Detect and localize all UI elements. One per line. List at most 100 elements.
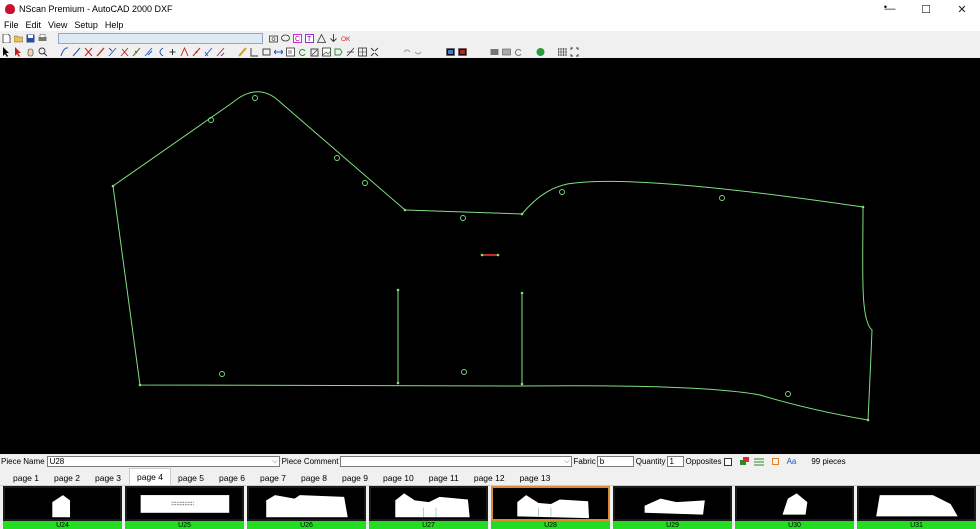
pieces-stack-icon[interactable] xyxy=(739,457,750,466)
move-horizontal-icon[interactable] xyxy=(274,47,283,57)
curve-marker[interactable] xyxy=(460,215,466,221)
quantity-field[interactable]: 1 xyxy=(666,456,684,467)
grid-toggle-icon[interactable] xyxy=(558,47,567,57)
globe-icon[interactable] xyxy=(536,47,545,57)
label-tag-icon[interactable] xyxy=(334,47,343,57)
fullscreen-icon[interactable] xyxy=(570,47,579,57)
smooth-curve-icon[interactable] xyxy=(192,47,201,57)
vertex-point[interactable] xyxy=(138,383,142,387)
curve-marker[interactable] xyxy=(559,189,565,195)
thumbnail-u29[interactable]: U29 xyxy=(613,486,732,529)
opposites-checkbox[interactable] xyxy=(723,457,732,466)
grain-line-icon[interactable] xyxy=(144,47,153,57)
vertex-point[interactable] xyxy=(496,253,500,257)
layer-t-icon[interactable]: T xyxy=(305,33,314,43)
rotate-piece-icon[interactable] xyxy=(216,47,225,57)
rotate-icon[interactable] xyxy=(298,47,307,57)
view-mode-red-icon[interactable] xyxy=(458,47,467,57)
tab-page-11[interactable]: page 11 xyxy=(422,470,467,485)
notch-tool-icon[interactable] xyxy=(132,47,141,57)
trace-icon[interactable] xyxy=(346,47,355,57)
chevron-down-icon[interactable]: ⌵ xyxy=(564,457,569,466)
arc-tool-icon[interactable] xyxy=(156,47,165,57)
menu-view[interactable]: View xyxy=(48,20,67,30)
hand-pan-icon[interactable] xyxy=(26,47,35,57)
curve-marker[interactable] xyxy=(219,371,225,377)
tab-page-8[interactable]: page 8 xyxy=(294,470,335,485)
menu-setup[interactable]: Setup xyxy=(74,20,98,30)
tab-page-2[interactable]: page 2 xyxy=(47,470,88,485)
menu-edit[interactable]: Edit xyxy=(26,20,42,30)
chevron-down-icon[interactable]: ⌵ xyxy=(272,457,277,466)
font-aa-button[interactable]: Aa xyxy=(787,457,797,466)
mirror-icon[interactable] xyxy=(204,47,213,57)
curve-marker[interactable] xyxy=(461,369,467,375)
curve-marker[interactable] xyxy=(785,391,791,397)
thumbnail-u31[interactable]: U31 xyxy=(857,486,976,529)
tab-page-6[interactable]: page 6 xyxy=(212,470,253,485)
thumbnail-u28[interactable]: U28 xyxy=(491,486,610,529)
pen-tool-icon[interactable] xyxy=(96,47,105,57)
close-button[interactable]: ✕ xyxy=(944,0,980,18)
undo-icon[interactable] xyxy=(402,47,411,57)
image-frame-icon[interactable] xyxy=(322,47,331,57)
thumbnail-u24[interactable]: U24 xyxy=(3,486,122,529)
arrow-down-icon[interactable] xyxy=(329,33,338,43)
tab-page-10[interactable]: page 10 xyxy=(376,470,422,485)
tab-page-4[interactable]: page 4 xyxy=(129,468,171,485)
camera-icon[interactable] xyxy=(269,34,278,43)
split-line-icon[interactable] xyxy=(108,47,117,57)
curve-marker[interactable] xyxy=(362,180,368,186)
tab-page-3[interactable]: page 3 xyxy=(88,470,129,485)
pieces-list-icon[interactable] xyxy=(753,457,764,466)
color-square-icon[interactable] xyxy=(771,458,779,465)
vertex-point[interactable] xyxy=(520,212,524,216)
curve-marker[interactable] xyxy=(252,95,258,101)
tab-page-13[interactable]: page 13 xyxy=(513,470,559,485)
curve-tool-icon[interactable] xyxy=(60,46,69,57)
maximize-button[interactable]: ☐ xyxy=(908,0,944,18)
vertex-point[interactable] xyxy=(403,208,407,212)
save-icon[interactable] xyxy=(26,34,35,43)
vertex-point[interactable] xyxy=(111,184,115,188)
pattern-piece-drawing[interactable] xyxy=(0,58,980,454)
tab-page-1[interactable]: page 1 xyxy=(6,470,47,485)
measure-angle-icon[interactable] xyxy=(180,46,189,57)
vertex-point[interactable] xyxy=(396,381,400,385)
tab-page-5[interactable]: page 5 xyxy=(171,470,212,485)
scale-box-icon[interactable] xyxy=(286,47,295,57)
address-field[interactable] xyxy=(58,32,263,44)
thumbnail-u27[interactable]: U27 xyxy=(369,486,488,529)
gray-frame-icon[interactable] xyxy=(502,47,511,57)
ok-icon[interactable]: OK xyxy=(341,34,350,43)
piece-name-field[interactable]: U28 ⌵ xyxy=(46,456,280,467)
vertex-point[interactable] xyxy=(396,288,400,292)
minimize-button[interactable]: — xyxy=(872,0,908,18)
cut-tool-icon[interactable] xyxy=(120,47,129,57)
curve-marker[interactable] xyxy=(719,195,725,201)
vertex-point[interactable] xyxy=(520,291,524,295)
tab-page-7[interactable]: page 7 xyxy=(253,470,294,485)
tab-page-9[interactable]: page 9 xyxy=(335,470,376,485)
layer-c-icon[interactable]: C xyxy=(293,33,302,43)
vertex-point[interactable] xyxy=(480,253,484,257)
open-folder-icon[interactable] xyxy=(14,34,23,43)
line-tool-icon[interactable] xyxy=(72,47,81,57)
view-mode-black-icon[interactable] xyxy=(446,47,455,57)
menu-file[interactable]: File xyxy=(4,20,19,30)
refresh-icon[interactable] xyxy=(514,47,523,57)
vertex-point[interactable] xyxy=(520,382,524,386)
print-icon[interactable] xyxy=(38,33,47,43)
grid-point-icon[interactable] xyxy=(250,47,259,57)
curve-marker[interactable] xyxy=(334,155,340,161)
thumbnail-u30[interactable]: U30 xyxy=(735,486,854,529)
zoom-icon[interactable] xyxy=(38,47,47,57)
select-arrow-red-icon[interactable] xyxy=(14,46,23,57)
select-arrow-icon[interactable] xyxy=(2,46,11,57)
fabric-field[interactable]: b xyxy=(596,456,634,467)
triangle-icon[interactable] xyxy=(317,33,326,43)
new-file-icon[interactable] xyxy=(2,33,11,43)
thumbnail-u25[interactable]: U25 xyxy=(125,486,244,529)
drawing-canvas[interactable] xyxy=(0,58,980,454)
pattern-piece-outline[interactable] xyxy=(112,91,873,421)
